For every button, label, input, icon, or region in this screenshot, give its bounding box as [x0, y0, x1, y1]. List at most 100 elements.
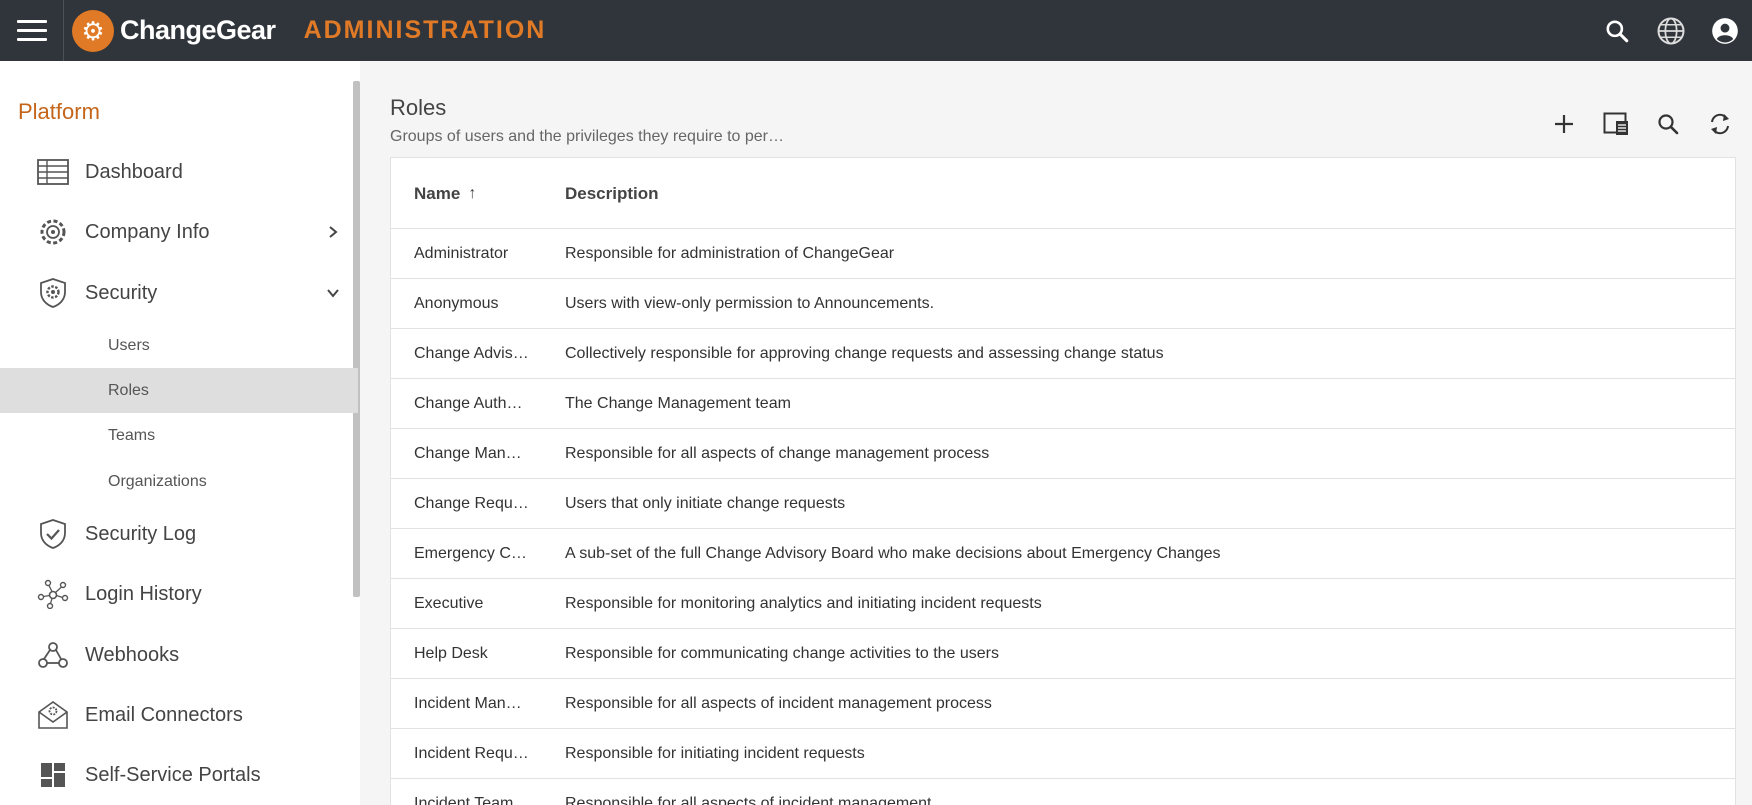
sidebar-item-label: Security Log: [85, 522, 197, 545]
role-name-cell: Incident Team: [414, 795, 514, 805]
refresh-button[interactable]: [1694, 106, 1746, 142]
table-row[interactable]: Incident Team Responsible for all aspects…: [391, 779, 1735, 805]
column-chooser-button[interactable]: [1590, 106, 1642, 142]
refresh-icon: [1711, 113, 1729, 135]
menu-button[interactable]: [0, 0, 64, 61]
column-header-label: Description: [565, 183, 659, 203]
role-name-cell: Change Mana…: [414, 445, 529, 462]
role-name-cell: Administrator: [414, 245, 509, 262]
table-row[interactable]: Incident Mana… Responsible for all aspect…: [391, 679, 1735, 729]
sidebar-heading: Platform: [18, 99, 100, 124]
table-row[interactable]: Change Mana… Responsible for all aspects …: [391, 429, 1735, 479]
page-subtitle: Groups of users and the privileges they …: [390, 128, 784, 145]
role-name-cell: Change Advis…: [414, 345, 529, 362]
table-row[interactable]: Administrator Responsible for administrat…: [391, 229, 1735, 279]
role-description-cell: Responsible for all aspects of incident …: [565, 795, 932, 805]
gear-cog-icon: [36, 215, 70, 249]
role-description-cell: Users that only initiate change requests: [565, 495, 846, 512]
sidebar-item-dashboard[interactable]: Dashboard: [0, 146, 358, 198]
sort-ascending-icon: ↑: [468, 184, 477, 202]
language-button[interactable]: [1644, 0, 1698, 61]
role-description-cell: Responsible for communicating change act…: [565, 645, 999, 662]
table-row[interactable]: Change Requ… Users that only initiate cha…: [391, 479, 1735, 529]
role-description-cell: Responsible for initiating incident requ…: [565, 745, 865, 762]
role-description-cell: Users with view-only permission to Annou…: [565, 295, 935, 312]
gear-logo-icon: ⚙: [72, 9, 114, 52]
table-row[interactable]: Anonymous Users with view-only permission…: [391, 279, 1735, 329]
sidebar-item-label: Login History: [85, 582, 202, 605]
role-description-cell: The Change Management team: [565, 395, 791, 412]
table-row[interactable]: Incident Requ… Responsible for initiating…: [391, 729, 1735, 779]
sidebar-subitem-users[interactable]: Users: [0, 323, 358, 368]
shield-check-icon: [36, 517, 70, 551]
table-row[interactable]: Emergency C… A sub-set of the full Change…: [391, 529, 1735, 579]
role-description-cell: A sub-set of the full Change Advisory Bo…: [565, 545, 1221, 562]
webhook-icon: [36, 638, 70, 672]
sidebar-subitem-teams[interactable]: Teams: [0, 413, 358, 458]
global-search-button[interactable]: [1590, 0, 1644, 61]
table-row[interactable]: Change Autho… The Change Management team: [391, 379, 1735, 429]
sidebar-item-email-connectors[interactable]: Email Connectors: [0, 689, 358, 741]
role-name-cell: Help Desk: [414, 645, 488, 662]
sidebar-item-label: Security: [85, 281, 158, 304]
role-description-cell: Responsible for all aspects of incident …: [565, 695, 992, 712]
sidebar-item-webhooks[interactable]: Webhooks: [0, 629, 358, 681]
sidebar-subitem-roles[interactable]: Roles: [0, 368, 358, 413]
account-icon: [1712, 17, 1738, 44]
role-name-cell: Emergency C…: [414, 545, 527, 562]
roles-table: Name ↑ Description Administrator Responsi…: [390, 157, 1736, 805]
sidebar-subitem-organizations[interactable]: Organizations: [0, 459, 358, 504]
role-description-cell: Responsible for administration of Change…: [565, 245, 895, 262]
sidebar-item-login-history[interactable]: Login History: [0, 568, 358, 620]
table-header: Name ↑ Description: [391, 158, 1735, 229]
column-header-description[interactable]: Description: [565, 158, 659, 229]
sidebar-item-security-log[interactable]: Security Log: [0, 508, 358, 560]
sidebar-item-security[interactable]: Security: [0, 267, 358, 319]
role-description-cell: Responsible for monitoring analytics and…: [565, 595, 1042, 612]
page-title: Roles: [390, 95, 447, 120]
search-button[interactable]: [1642, 106, 1694, 142]
sidebar-item-label: Dashboard: [85, 160, 183, 183]
sidebar-item-label: Company Info: [85, 220, 210, 243]
sidebar-subitem-label: Organizations: [108, 472, 207, 490]
column-header-label: Name: [414, 183, 461, 203]
toolbar: [1538, 106, 1746, 142]
column-header-name[interactable]: Name ↑: [414, 158, 554, 229]
top-bar: ⚙ ChangeGear ADMINISTRATION: [0, 0, 1752, 61]
role-name-cell: Change Requ…: [414, 495, 529, 512]
role-description-cell: Collectively responsible for approving c…: [565, 345, 1164, 362]
column-chooser-icon: [1603, 112, 1628, 135]
add-icon: [1555, 115, 1573, 133]
network-icon: [36, 577, 70, 611]
app-name: ChangeGear: [120, 15, 276, 45]
search-icon: [1658, 114, 1679, 135]
table-body: Administrator Responsible for administrat…: [391, 229, 1735, 805]
app-logo[interactable]: ⚙ ChangeGear: [72, 9, 276, 52]
account-button[interactable]: [1698, 0, 1752, 61]
role-name-cell: Incident Mana…: [414, 695, 529, 712]
table-row[interactable]: Executive Responsible for monitoring anal…: [391, 579, 1735, 629]
sidebar-item-label: Email Connectors: [85, 703, 243, 726]
search-icon: [1606, 19, 1629, 42]
role-name-cell: Executive: [414, 595, 484, 612]
chevron-down-icon: [323, 283, 343, 303]
sidebar-item-company-info[interactable]: Company Info: [0, 206, 358, 258]
role-name-cell: Anonymous: [414, 295, 499, 312]
menu-icon: [16, 17, 47, 44]
section-title: ADMINISTRATION: [303, 16, 547, 44]
shield-gear-icon: [36, 276, 70, 310]
table-row[interactable]: Help Desk Responsible for communicating c…: [391, 629, 1735, 679]
sidebar: Platform Dashboard Company Info Security…: [0, 61, 360, 805]
sidebar-subitem-label: Roles: [108, 381, 149, 399]
globe-icon: [1657, 17, 1685, 44]
table-row[interactable]: Change Advis… Collectively responsible fo…: [391, 329, 1735, 379]
role-name-cell: Change Autho…: [414, 395, 529, 412]
dashboard-tiles-icon: [36, 758, 70, 792]
sidebar-item-self-service-portals[interactable]: Self-Service Portals: [0, 749, 358, 801]
sidebar-subitem-label: Users: [108, 336, 150, 354]
table-icon: [36, 155, 70, 189]
main-content: Roles Groups of users and the privileges…: [360, 61, 1752, 805]
add-button[interactable]: [1538, 106, 1590, 142]
role-name-cell: Incident Requ…: [414, 745, 529, 762]
chevron-right-icon: [323, 222, 343, 242]
